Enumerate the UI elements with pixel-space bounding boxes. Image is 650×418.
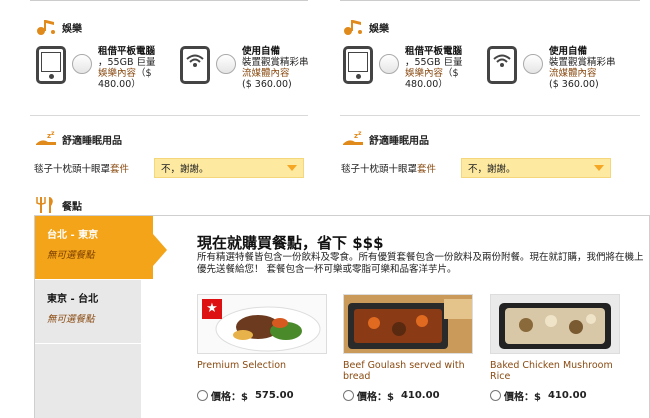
- own-device-option-price: ($ 360.00): [549, 79, 599, 90]
- comfort-row: 毯子十枕頭十眼罩套件 不，謝謝。: [34, 158, 304, 178]
- own-device-option-title: 使用自備: [549, 46, 588, 57]
- tab-return-sub: 無可選餐點: [47, 314, 95, 325]
- tablet-rental-radio-return[interactable]: [379, 54, 399, 74]
- tablet-option-title: 租借平板電腦: [98, 46, 156, 57]
- comfort-label: 毯子十枕頭十眼罩: [341, 164, 418, 175]
- own-device-option-desc1: 裝置觀賞精彩串: [549, 57, 616, 68]
- meal-name: Beef Goulash served with bread: [343, 360, 465, 382]
- tab-return-route: 東京 - 台北: [47, 294, 99, 305]
- tablet-icon: [343, 46, 373, 84]
- meal-image-goulash[interactable]: [343, 294, 473, 354]
- comfort-label-link[interactable]: 套件: [110, 164, 129, 175]
- comfort-label-link[interactable]: 套件: [417, 164, 436, 175]
- tablet-option-desc2: 娛樂內容: [98, 68, 137, 79]
- meal-radio[interactable]: [343, 390, 354, 401]
- meal-price-value: 410.00: [400, 390, 440, 401]
- option-tablet-rental: 租借平板電腦 ，55GB 巨量 娛樂內容（$ 480.00）: [36, 46, 176, 90]
- entertainment-title: 娛樂: [62, 23, 82, 35]
- comfort-select[interactable]: 不，謝謝。: [154, 158, 304, 178]
- meal-item: Baked Chicken Mushroom Rice 價格：$ 410.00: [490, 294, 620, 403]
- meal-radio[interactable]: [490, 390, 501, 401]
- meal-image-chicken[interactable]: [490, 294, 620, 354]
- option-own-device-return: 使用自備 裝置觀賞精彩串 流媒體內容 ($ 360.00): [487, 46, 627, 90]
- star-icon: ★: [202, 299, 222, 319]
- divider: [340, 115, 640, 116]
- top-divider-right: [340, 0, 640, 1]
- chevron-down-icon: [287, 165, 297, 171]
- entertainment-header-return: 娛樂: [341, 18, 389, 36]
- meal-name: Premium Selection: [197, 360, 287, 371]
- meal-item: ★ Premium Selection 價格：$ 575.00: [197, 294, 327, 403]
- own-device-option-title: 使用自備: [242, 46, 281, 57]
- tablet-icon: [36, 46, 66, 84]
- comfort-title: 舒適睡眠用品: [62, 135, 122, 147]
- music-note-icon: [37, 20, 55, 35]
- meal-price: 價格：$ 410.00: [490, 388, 620, 403]
- own-device-option-desc1: 裝置觀賞精彩串: [242, 57, 309, 68]
- option-own-device: 使用自備 裝置觀賞精彩串 流媒體內容 ($ 360.00): [180, 46, 320, 90]
- comfort-label: 毯子十枕頭十眼罩: [34, 164, 111, 175]
- tablet-option-desc1: ，55GB 巨量: [405, 57, 463, 68]
- cutlery-icon: [36, 197, 53, 213]
- svg-text:z: z: [358, 130, 362, 137]
- meal-item: Beef Goulash served with bread 價格：$ 410.…: [343, 294, 473, 403]
- sleep-icon: zz: [36, 130, 56, 145]
- own-device-option-desc2: 流媒體內容: [242, 68, 290, 79]
- own-device-radio-return[interactable]: [523, 54, 543, 74]
- entertainment-title-return: 娛樂: [369, 23, 389, 35]
- meal-price: 價格：$ 410.00: [343, 388, 473, 403]
- own-device-option-price: ($ 360.00): [242, 79, 292, 90]
- top-divider-left: [30, 0, 308, 1]
- sleep-icon: zz: [343, 130, 363, 145]
- svg-text:z: z: [51, 130, 55, 137]
- tab-outbound-sub: 無可選餐點: [47, 250, 95, 261]
- entertainment-header: 娛樂: [34, 18, 82, 36]
- comfort-select-return[interactable]: 不，謝謝。: [461, 158, 611, 178]
- meal-name: Baked Chicken Mushroom Rice: [490, 360, 613, 382]
- meal-price-label: 價格：$: [504, 392, 541, 403]
- meal-price-label: 價格：$: [211, 392, 248, 403]
- chevron-down-icon: [594, 165, 604, 171]
- comfort-title-return: 舒適睡眠用品: [369, 135, 429, 147]
- comfort-header: zz 舒適睡眠用品: [34, 130, 122, 148]
- meal-price-label: 價格：$: [357, 392, 394, 403]
- comfort-header-return: zz 舒適睡眠用品: [341, 130, 429, 148]
- own-device-option-desc2: 流媒體內容: [549, 68, 597, 79]
- comfort-row-return: 毯子十枕頭十眼罩套件 不，謝謝。: [341, 158, 611, 178]
- flight-tabs: 台北 - 東京 無可選餐點 東京 - 台北 無可選餐點: [35, 216, 167, 418]
- tablet-rental-radio[interactable]: [72, 54, 92, 74]
- meal-image-premium[interactable]: ★: [197, 294, 327, 354]
- meals-header: 餐點: [34, 196, 82, 214]
- tab-outbound-route: 台北 - 東京: [47, 230, 99, 241]
- tab-outbound[interactable]: 台北 - 東京 無可選餐點: [35, 216, 167, 280]
- meal-price-value: 410.00: [547, 390, 587, 401]
- meal-price-value: 575.00: [254, 390, 294, 401]
- divider: [30, 115, 308, 116]
- comfort-select-value: 不，謝謝。: [161, 164, 209, 175]
- tablet-option-title: 租借平板電腦: [405, 46, 463, 57]
- promo-title: 現在就購買餐點，省下 $$$: [197, 234, 384, 252]
- comfort-select-value: 不，謝謝。: [468, 164, 516, 175]
- tablet-option-desc2: 娛樂內容: [405, 68, 444, 79]
- meals-title: 餐點: [62, 201, 82, 213]
- promo-description: 所有精選特餐皆包含一份飲料及零食。所有優質套餐包含一份飲料及兩份附餐。現在就訂購…: [197, 252, 644, 275]
- meals-panel: 台北 - 東京 無可選餐點 東京 - 台北 無可選餐點 現在就購買餐點，省下 $…: [34, 215, 650, 418]
- music-note-icon: [344, 20, 362, 35]
- option-tablet-rental-return: 租借平板電腦 ，55GB 巨量 娛樂內容（$ 480.00）: [343, 46, 483, 90]
- meal-price: 價格：$ 575.00: [197, 388, 327, 403]
- wifi-device-icon: [180, 46, 210, 84]
- own-device-radio[interactable]: [216, 54, 236, 74]
- tab-return[interactable]: 東京 - 台北 無可選餐點: [35, 280, 141, 344]
- meal-radio[interactable]: [197, 390, 208, 401]
- tablet-option-desc1: ，55GB 巨量: [98, 57, 156, 68]
- wifi-device-icon: [487, 46, 517, 84]
